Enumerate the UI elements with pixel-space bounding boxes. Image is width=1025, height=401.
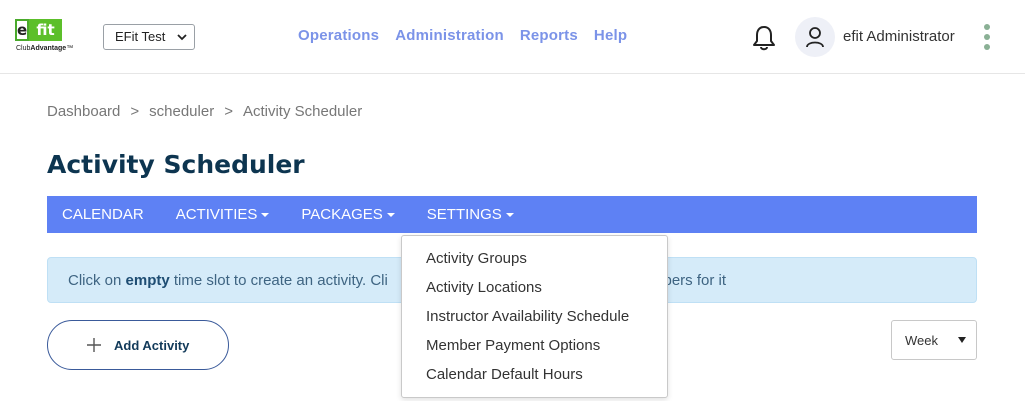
scheduler-subnav: CALENDAR ACTIVITIES PACKAGES SETTINGS [47,196,977,233]
breadcrumb-dashboard[interactable]: Dashboard [47,103,120,120]
kebab-icon[interactable] [984,24,992,52]
club-select-value: EFit Test [115,29,166,44]
caret-down-icon [261,213,270,217]
tab-packages-label: PACKAGES [301,206,383,223]
breadcrumb-scheduler[interactable]: scheduler [149,103,214,120]
logo-mark-e: e [15,19,29,41]
logo-mark-fit: fit [29,19,62,41]
view-select-value: Week [905,333,938,348]
nav-help[interactable]: Help [594,27,627,44]
info-text: Click on empty time slot to create an ac… [68,272,388,289]
top-nav: Operations Administration Reports Help [298,27,627,44]
caret-down-icon [386,213,395,217]
view-select[interactable]: Week [891,320,977,360]
logo-sub-bold: Advantage [30,45,67,52]
logo-sub-prefix: Club [16,45,31,52]
page-title: Activity Scheduler [47,150,305,179]
tab-settings[interactable]: SETTINGS [427,206,514,223]
menu-item-instructor-availability[interactable]: Instructor Availability Schedule [402,304,667,333]
tab-calendar[interactable]: CALENDAR [62,206,144,223]
breadcrumb-current: Activity Scheduler [242,103,363,120]
nav-reports[interactable]: Reports [520,27,578,44]
add-activity-label: Add Activity [114,337,190,353]
efit-logo[interactable]: e fit ClubAdvantage™ [15,19,87,59]
info-prefix: Click on [68,272,126,289]
breadcrumb: Dashboard > scheduler > Activity Schedul… [47,103,362,120]
caret-down-icon [958,337,966,343]
plus-icon [87,338,101,352]
tab-settings-label: SETTINGS [426,206,502,223]
info-bold: empty [125,272,170,289]
menu-item-activity-groups[interactable]: Activity Groups [402,246,667,275]
add-activity-button[interactable]: Add Activity [47,320,229,370]
nav-operations[interactable]: Operations [298,27,379,44]
menu-item-member-payment-options[interactable]: Member Payment Options [402,333,667,362]
top-bar: e fit ClubAdvantage™ EFit Test Operation… [0,0,1025,74]
tab-activities-label: ACTIVITIES [175,206,258,223]
caret-down-icon [505,213,514,217]
breadcrumb-separator: > [224,103,233,120]
menu-item-calendar-default-hours[interactable]: Calendar Default Hours [402,362,667,391]
logo-sub-tm: ™ [66,45,74,52]
breadcrumb-separator: > [130,103,140,120]
club-select[interactable]: EFit Test [103,24,195,50]
tab-activities[interactable]: ACTIVITIES [176,206,270,223]
user-name[interactable]: efit Administrator [843,28,955,45]
logo-subtitle: ClubAdvantage™ [16,45,73,52]
chevron-down-icon [177,34,187,41]
tab-packages[interactable]: PACKAGES [301,206,395,223]
nav-administration[interactable]: Administration [395,27,504,44]
info-suffix: time slot to create an activity. Cli [169,272,388,289]
avatar[interactable] [795,17,835,57]
menu-item-activity-locations[interactable]: Activity Locations [402,275,667,304]
user-icon [806,27,824,48]
settings-dropdown-menu: Activity Groups Activity Locations Instr… [401,235,668,398]
tab-calendar-label: CALENDAR [62,206,144,223]
bell-icon[interactable] [751,24,777,52]
